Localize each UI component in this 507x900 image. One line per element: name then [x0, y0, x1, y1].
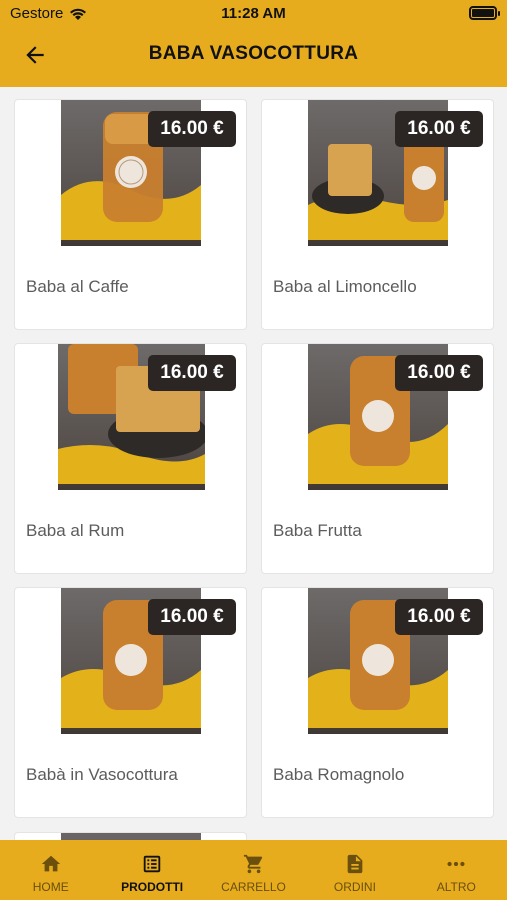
status-bar: Gestore 11:28 AM — [0, 0, 507, 28]
home-icon — [41, 855, 60, 872]
product-card[interactable]: 16.00 € Babà in Vasocottura — [14, 587, 247, 818]
product-image — [61, 833, 201, 840]
price-badge: 16.00 € — [395, 599, 483, 635]
price-badge: 16.00 € — [148, 599, 236, 635]
product-card[interactable]: 16.00 € Baba al Limoncello — [261, 99, 494, 330]
nav-carrello[interactable]: CARRELLO — [203, 840, 304, 900]
battery-icon — [469, 6, 500, 20]
cart-icon — [243, 854, 262, 874]
product-grid: 16.00 € Baba al Caffe 16.00 € Baba al Li… — [0, 87, 507, 840]
bottom-navigation: HOME PRODOTTI CARRELLO ORDINI ALTRO — [0, 840, 507, 900]
product-card[interactable]: 16.00 € Baba Frutta — [261, 343, 494, 574]
product-card[interactable]: 16.00 € Baba al Rum — [14, 343, 247, 574]
list-icon — [143, 855, 161, 873]
price-badge: 16.00 € — [395, 111, 483, 147]
nav-label: HOME — [32, 880, 69, 894]
product-card[interactable] — [14, 832, 247, 840]
product-name: Baba al Rum — [26, 521, 125, 540]
document-icon — [347, 854, 363, 874]
price-badge: 16.00 € — [148, 355, 236, 391]
product-card[interactable]: 16.00 € Baba Romagnolo — [261, 587, 494, 818]
app-header: Gestore 11:28 AM BABA VASOCOTTURA — [0, 0, 507, 87]
nav-altro[interactable]: ALTRO — [406, 840, 507, 900]
nav-label: PRODOTTI — [121, 880, 184, 894]
nav-label: CARRELLO — [221, 880, 286, 894]
page-title: BABA VASOCOTTURA — [148, 43, 359, 64]
price-badge: 16.00 € — [148, 111, 236, 147]
price-badge: 16.00 € — [395, 355, 483, 391]
nav-label: ORDINI — [333, 880, 376, 894]
product-card[interactable]: 16.00 € Baba al Caffe — [14, 99, 247, 330]
product-name: Baba Romagnolo — [273, 765, 405, 784]
product-name: Baba Frutta — [273, 521, 362, 540]
product-name: Babà in Vasocottura — [26, 765, 178, 784]
nav-ordini[interactable]: ORDINI — [304, 840, 405, 900]
product-name: Baba al Limoncello — [273, 277, 417, 296]
nav-home[interactable]: HOME — [0, 840, 101, 900]
product-name: Baba al Caffe — [26, 277, 129, 296]
more-icon — [447, 861, 465, 867]
status-time: 11:28 AM — [221, 5, 286, 22]
nav-prodotti[interactable]: PRODOTTI — [101, 840, 202, 900]
nav-label: ALTRO — [436, 880, 476, 894]
